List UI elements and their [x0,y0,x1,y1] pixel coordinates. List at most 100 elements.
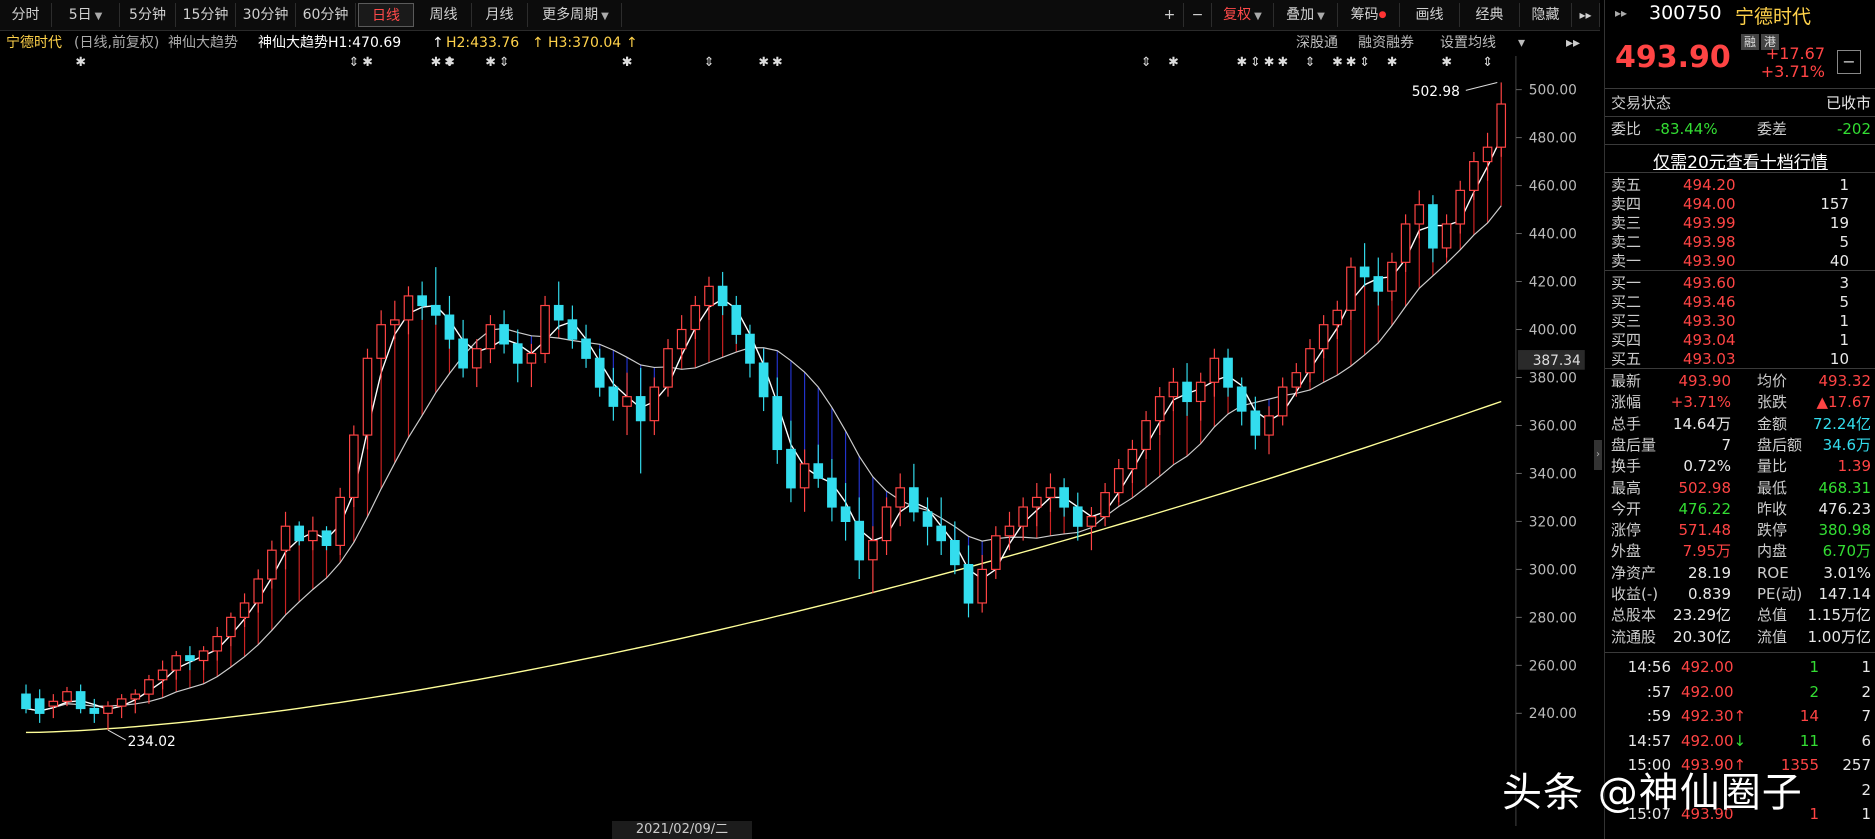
zoom-in-button[interactable]: + [1156,3,1184,27]
period-tab-weekly[interactable]: 周线 [416,3,472,27]
candle-up [1277,386,1288,417]
overlay-dropdown[interactable]: 叠加 ▼ [1274,3,1338,27]
candle-down [1250,410,1261,436]
indicator-name[interactable]: 神仙大趋势 [168,31,238,55]
candle-up [1346,266,1356,311]
more-periods-dropdown[interactable]: 更多周期 ▼ [530,3,622,27]
order-volume: 1 [1839,331,1849,349]
minimize-button[interactable]: − [1837,50,1861,74]
h1-value: 神仙大趋势H1:470.69 [258,35,402,51]
stat-value: +3.71% [1670,393,1731,412]
candle-up [704,285,714,307]
candle-up [1496,103,1507,148]
stat-label: 今开 [1611,499,1642,518]
order-volume: 10 [1829,350,1849,368]
buy-order-row: 买一 493.60 3 [1611,274,1871,293]
link-margin-trading[interactable]: 融资融券 [1358,31,1414,55]
period-tab-5min[interactable]: 5分钟 [120,3,176,27]
dropdown-icon[interactable]: ▾ [1518,31,1525,55]
high-marker-label: 502.98 [1412,84,1460,100]
candle-down [567,319,578,340]
chevron-down-icon: ▼ [1254,11,1262,22]
candle-down [458,338,468,369]
signal-marker: ✱ [1346,56,1357,70]
tick-price: 492.00↓ [1681,731,1747,750]
sell-order-row: 卖四 494.00 157 [1611,195,1871,214]
tick-time: 14:57 [1627,731,1671,750]
sell-order-row: 卖二 493.98 5 [1611,233,1871,252]
candle-down [430,304,441,316]
notification-dot-icon: ● [1378,10,1387,20]
chart-mode-label: (日线,前复权) [74,35,160,51]
trend-lines [25,137,1502,734]
date-cursor-label: 2021/02/09/二 [612,821,752,839]
stat-label: 流通股 [1611,627,1657,646]
order-volume: 19 [1829,214,1849,232]
candle-up [1482,146,1493,163]
order-price: 493.60 [1683,274,1736,292]
hide-button[interactable]: 隐藏 [1520,3,1572,27]
tick-count: 7 [1861,707,1871,725]
down-arrow-icon: ↓ [1733,731,1747,750]
stat-label: 外盘 [1611,542,1642,561]
candle-up [622,396,632,407]
period-tab-15min[interactable]: 15分钟 [176,3,236,27]
tick-volume: 2 [1809,682,1819,701]
candle-up [171,655,182,671]
period-tab-monthly[interactable]: 月线 [472,3,528,27]
chips-button[interactable]: 筹码● [1338,3,1400,27]
period-tab-timeshare[interactable]: 分时 [0,3,52,27]
candle-up [1045,487,1056,499]
link-shengutong[interactable]: 深股通 [1296,31,1338,55]
order-level-label: 卖四 [1611,195,1642,213]
link-ma-settings[interactable]: 设置均线 [1440,31,1496,55]
candle-up [130,693,141,700]
stats-row: 盘后量 7 盘后额 34.6万 [1611,436,1871,455]
tick-time: :57 [1646,682,1671,701]
sell-order-row: 卖一 493.90 40 [1611,252,1871,271]
expand-arrows-icon[interactable]: ▸▸ [1566,31,1580,55]
candle-down [950,540,960,566]
candle-down [840,506,851,523]
candle-up [280,525,291,551]
order-level-label: 买一 [1611,274,1642,292]
stats-row: 流通股 20.30亿 流值 1.00万亿 [1611,628,1871,647]
y-tick-label: 400.00 [1529,322,1577,338]
quote-panel: ▸▸ 300750 宁德时代 493.90 融 港 +17.67 +3.71% … [1604,0,1875,839]
candle-down [581,338,591,359]
order-price: 493.46 [1683,293,1736,311]
period-tab-60min[interactable]: 60分钟 [296,3,356,27]
period-tab-daily[interactable]: 日线 [358,3,414,27]
expand-icon[interactable]: ▸▸ [1615,6,1627,20]
candle-up [1469,161,1479,191]
candle-up [1209,357,1220,383]
signal-marker: ⇕ [704,56,715,70]
tick-row: :57 492.00 2 2 [1611,683,1871,702]
stat-value: 3.01% [1823,563,1871,582]
signal-marker: ✱ [758,56,769,70]
candle-up [116,698,127,707]
period-tab-30min[interactable]: 30分钟 [236,3,296,27]
adjust-dropdown[interactable]: 复权 ▼ [1212,3,1274,27]
order-volume: 3 [1839,274,1849,292]
candle-down [608,386,619,407]
candle-up [1004,525,1015,537]
zoom-out-button[interactable]: − [1184,3,1212,27]
signal-marker: ⇕ [1359,56,1370,70]
collapse-arrows-icon[interactable]: ▸▸ [1572,3,1600,27]
up-arrow-icon: ↑ [1733,707,1747,725]
stats-row: 涨停 571.48 跌停 380.98 [1611,521,1871,540]
period-tab-5day[interactable]: 5日 ▼ [52,3,120,27]
panel-toggle-handle[interactable]: › [1594,440,1602,470]
draw-line-button[interactable]: 画线 [1400,3,1460,27]
up-arrow-icon: ↑ [432,35,444,51]
order-price: 493.30 [1683,312,1736,330]
candle-up [198,650,209,662]
candle-up [881,506,892,542]
kline-chart[interactable]: ✱ ⇕ ✱ ✱ ⇕✱ ✱ ⇕ ✱✱ ⇕ ✱ ✱ ⇕ ✱ ✱ ⇕ ✱ ✱ ⇕ ✱ ✱ ⇕ ✱ ✱ ⇕ 500.00 480.00 4… [0,56,1600,826]
candle-up [308,530,318,542]
classic-button[interactable]: 经典 [1460,3,1520,27]
candle-down [1059,487,1069,508]
chips-label: 筹码 [1350,7,1379,23]
level2-promo-link[interactable]: 仅需20元查看十档行情 [1605,148,1875,173]
